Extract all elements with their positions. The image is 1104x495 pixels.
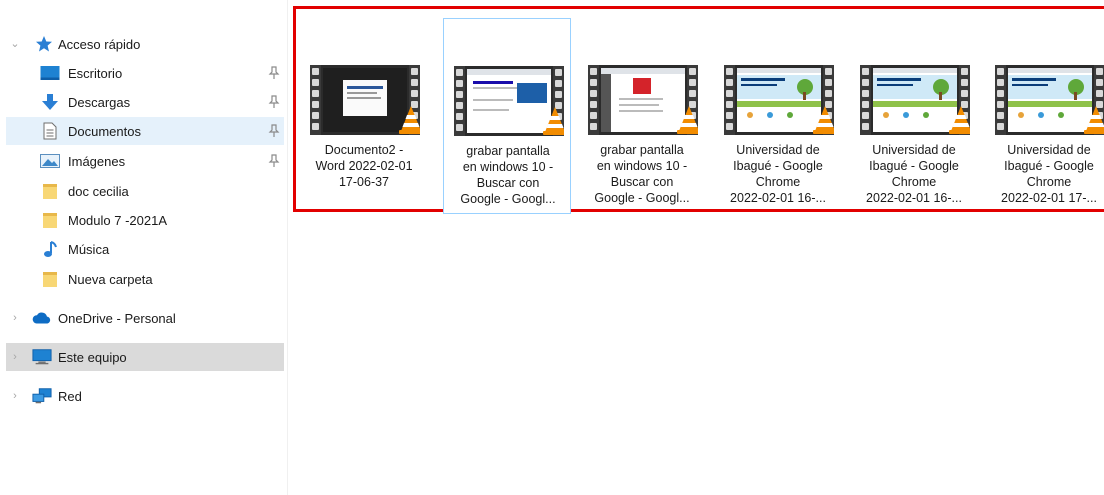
document-icon [40,122,60,140]
nav-item-label: Modulo 7 -2021A [68,212,168,228]
file-item[interactable]: Universidad de Ibagué - Google Chrome 2022-… [985,18,1104,214]
network-icon [32,387,52,405]
nav-item-imagenes[interactable]: Imágenes [6,147,284,175]
file-name: grabar pantalla en windows 10 - Buscar con… [594,143,690,205]
vlc-cone-icon [812,105,834,135]
nav-onedrive-label: OneDrive - Personal [58,310,176,326]
chevron-right-icon[interactable]: › [9,312,21,324]
video-thumbnail [724,65,834,135]
file-list-pane: Documento2 - Word 2022-02-01 17-06-37 grab… [288,0,1104,495]
navigation-pane: ⌄ Acceso rápido Escritorio Descargas Doc… [0,0,288,495]
video-preview-frame [601,68,685,132]
video-preview-frame [1008,68,1092,132]
film-strip [724,65,735,135]
file-name: Universidad de Ibagué - Google Chrome 2022-… [866,143,962,205]
chevron-right-icon[interactable]: › [9,351,21,363]
nav-onedrive[interactable]: › OneDrive - Personal [6,304,284,332]
folder-icon [40,182,60,200]
file-item[interactable]: grabar pantalla en windows 10 - Buscar con… [578,18,706,214]
file-name: Universidad de Ibagué - Google Chrome 2022-… [1001,143,1097,205]
nav-item-label: Descargas [68,94,131,110]
video-thumbnail [310,65,420,135]
nav-item-label: Escritorio [68,65,123,81]
pin-icon[interactable] [268,124,280,138]
file-item[interactable]: grabar pantalla en windows 10 - Buscar con… [443,18,571,214]
nav-this-pc[interactable]: › Este equipo [6,343,284,371]
video-preview-frame [737,68,821,132]
pictures-icon [40,152,60,170]
vlc-cone-icon [676,105,698,135]
nav-this-pc-label: Este equipo [58,349,127,365]
pin-icon[interactable] [268,66,280,80]
nav-item-label: Nueva carpeta [68,271,153,287]
file-name: Documento2 - Word 2022-02-01 17-06-37 [315,143,413,189]
video-preview-frame [873,68,957,132]
vlc-cone-icon [542,106,564,136]
video-preview-frame [467,69,551,133]
video-thumbnail [588,65,698,135]
download-icon [40,93,60,111]
nav-item-doc-cecilia[interactable]: doc cecilia [6,177,284,205]
nav-item-escritorio[interactable]: Escritorio [6,59,284,87]
folder-icon [40,270,60,288]
nav-item-nueva-carpeta[interactable]: Nueva carpeta [6,265,284,293]
video-thumbnail [860,65,970,135]
nav-item-descargas[interactable]: Descargas [6,88,284,116]
nav-item-musica[interactable]: Música [6,235,284,263]
video-thumbnail [995,65,1104,135]
vlc-cone-icon [948,105,970,135]
file-name: grabar pantalla en windows 10 - Buscar con… [460,144,556,206]
nav-item-label: Documentos [68,123,141,139]
film-strip [995,65,1006,135]
file-item[interactable]: Universidad de Ibagué - Google Chrome 2022-… [714,18,842,214]
music-icon [40,240,60,258]
desktop-icon [40,64,60,82]
vlc-cone-icon [398,105,420,135]
nav-quick-access[interactable]: ⌄ Acceso rápido [6,30,284,58]
film-strip [454,66,465,136]
folder-icon [40,211,60,229]
film-strip [588,65,599,135]
nav-quick-access-label: Acceso rápido [58,36,141,52]
chevron-down-icon[interactable]: ⌄ [9,38,21,50]
nav-network-label: Red [58,388,82,404]
nav-item-documentos[interactable]: Documentos [6,117,284,145]
film-strip [860,65,871,135]
film-strip [310,65,321,135]
pin-icon[interactable] [268,95,280,109]
nav-item-label: Música [68,241,110,257]
chevron-right-icon[interactable]: › [9,390,21,402]
nav-item-label: Imágenes [68,153,126,169]
video-thumbnail [454,66,564,136]
nav-item-modulo-7[interactable]: Modulo 7 -2021A [6,206,284,234]
pin-icon[interactable] [268,154,280,168]
file-name: Universidad de Ibagué - Google Chrome 2022-… [730,143,826,205]
nav-item-label: doc cecilia [68,183,129,199]
video-preview-frame [323,68,407,132]
file-item[interactable]: Documento2 - Word 2022-02-01 17-06-37 [300,18,428,214]
file-item[interactable]: Universidad de Ibagué - Google Chrome 2022-… [850,18,978,214]
computer-icon [32,348,52,366]
vlc-cone-icon [1083,105,1104,135]
nav-network[interactable]: › Red [6,382,284,410]
star-icon [34,35,54,53]
cloud-icon [32,309,52,327]
